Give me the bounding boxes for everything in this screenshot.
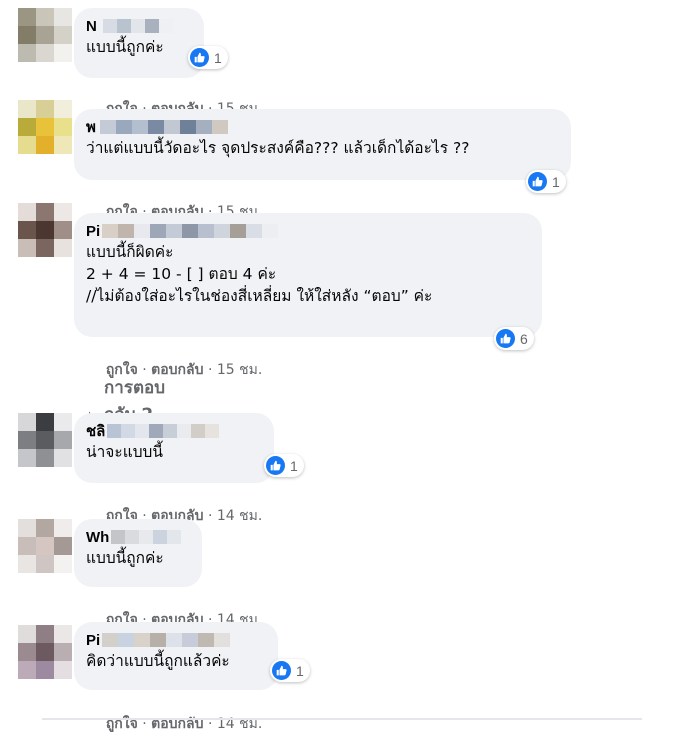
author-name[interactable]: ชลิ [86,419,105,443]
comment-text: น่าจะแบบนี้ [86,443,163,461]
blurred-name [102,633,119,647]
comment-bubble: ชลิ น่าจะแบบนี้ [74,413,274,483]
comment-author[interactable]: N [86,16,192,36]
comment-bubble: Wh แบบนี้ถูกค่ะ [74,519,202,587]
comment-text: แบบนี้ถูกค่ะ [86,38,164,56]
reaction-count: 1 [552,173,560,190]
author-name[interactable]: N [86,18,97,35]
blurred-name [107,424,122,438]
author-name[interactable]: Pi [86,223,100,240]
reaction-badge[interactable]: 1 [526,170,566,193]
comment-text: ว่าแต่แบบนี้วัดอะไร จุดประสงค์คือ??? แล้… [86,139,470,157]
reaction-count: 1 [290,457,298,474]
comment-text: คิดว่าแบบนี้ถูกแล้วค่ะ [86,652,230,670]
comment-text: แบบนี้ถูกค่ะ [86,549,164,567]
avatar[interactable] [18,519,72,573]
comment-text-line: //ไม่ต้องใส่อะไรในช่องสี่เหลี่ยม ให้ใส่ห… [86,287,433,305]
timestamp[interactable]: 14 ชม. [217,508,262,524]
author-name[interactable]: Pi [86,632,100,649]
comment-bubble: พ ว่าแต่แบบนี้วัดอะไร จุดประสงค์คือ??? แ… [74,109,571,180]
reaction-badge[interactable]: 1 [270,659,310,682]
comment-author[interactable]: Pi [86,630,266,650]
comment-bubble: Pi คิดว่าแบบนี้ถูกแล้วค่ะ [74,622,278,690]
timestamp[interactable]: 15 ชม. [217,362,262,378]
comment-text-line: แบบนี้ก็ผิดค่ะ [86,243,174,261]
comment-text-line: 2 + 4 = 10 - [ ] ตอบ 4 ค่ะ [86,265,277,283]
avatar[interactable] [18,8,72,62]
comment-actions: ถูกใจ · ตอบกลับ · 14 ชม. [105,716,263,732]
comment-author[interactable]: Pi [86,221,530,241]
comment-author[interactable]: Wh [86,527,190,547]
author-name[interactable]: Wh [86,529,109,546]
reaction-count: 1 [214,49,222,66]
comment-bubble: Pi แบบนี้ก็ผิดค่ะ 2 + 4 = 10 - [ ] ตอบ 4… [74,213,542,337]
avatar[interactable] [18,413,72,467]
comment-author[interactable]: พ [86,117,559,137]
comment-author[interactable]: ชลิ [86,421,262,441]
like-icon [266,456,285,475]
avatar[interactable] [18,100,72,154]
blurred-name [99,120,116,134]
like-icon [272,661,291,680]
like-icon [190,48,209,67]
blurred-name [102,224,119,238]
author-name[interactable]: พ [86,115,96,139]
like-icon [496,329,515,348]
avatar[interactable] [18,203,72,257]
reaction-count: 6 [520,330,528,347]
reaction-badge[interactable]: 1 [188,46,228,69]
like-icon [528,172,547,191]
comment-bubble: N แบบนี้ถูกค่ะ [74,8,204,78]
reaction-badge[interactable]: 6 [494,327,534,350]
reaction-count: 1 [296,662,304,679]
reaction-badge[interactable]: 1 [264,454,304,477]
divider [42,718,642,720]
blurred-name [111,530,126,544]
blurred-name [102,19,117,33]
avatar[interactable] [18,625,72,679]
